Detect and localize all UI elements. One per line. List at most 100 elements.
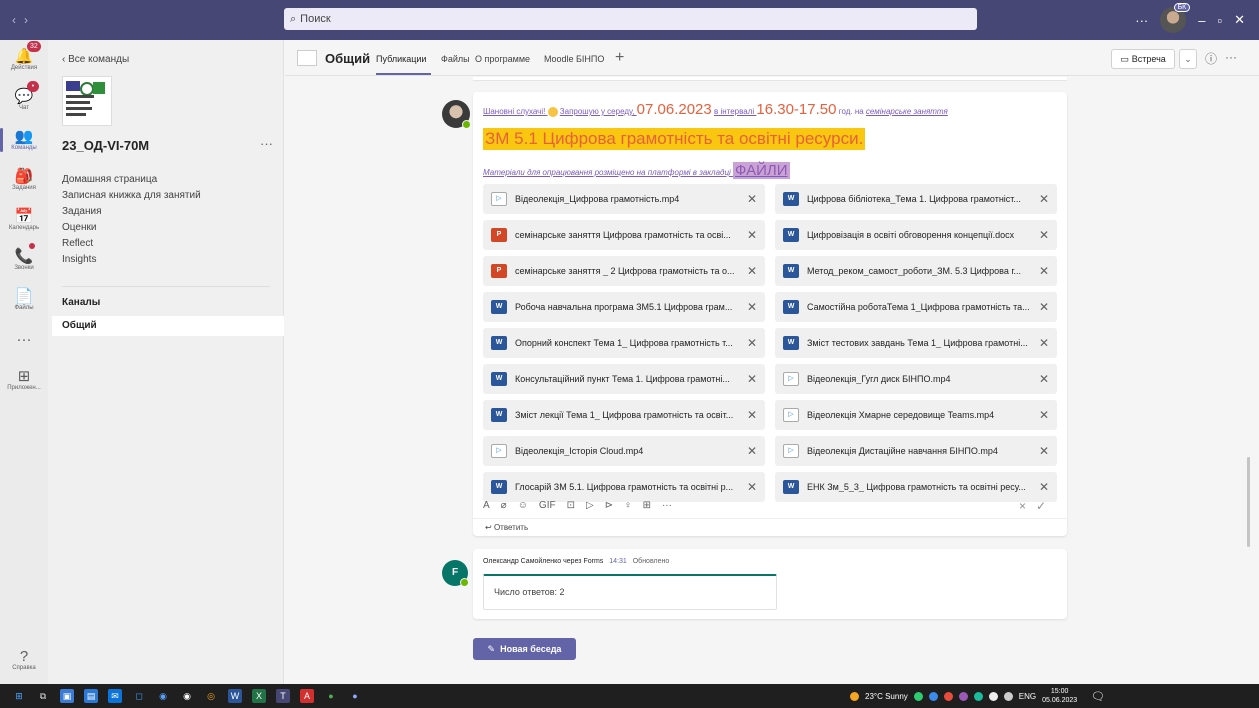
attachment-tile[interactable]: W Опорний конспект Тема 1_ Цифрова грамот…	[483, 328, 765, 358]
notifications-icon[interactable]: 🗨	[1091, 690, 1105, 703]
remove-attachment-icon[interactable]: ✕	[1039, 228, 1049, 242]
teams-app-icon[interactable]: T	[276, 689, 290, 703]
more-icon[interactable]: ···	[1225, 50, 1237, 64]
remove-attachment-icon[interactable]: ✕	[1039, 372, 1049, 386]
channel-general[interactable]: Общий	[52, 316, 284, 336]
forms-result[interactable]: Число ответов: 2	[483, 574, 777, 610]
rail-activity[interactable]: 🔔 Действия 32	[0, 40, 48, 80]
attachment-tile[interactable]: W Зміст тестових завдань Тема 1_ Цифрова …	[775, 328, 1057, 358]
link-reflect[interactable]: Reflect	[62, 236, 201, 252]
word-icon[interactable]: W	[228, 689, 242, 703]
attachment-tile[interactable]: ▷ Відеолекція_Цифрова грамотність.mp4 ✕	[483, 184, 765, 214]
tray-teal-icon[interactable]	[973, 691, 983, 701]
link-home[interactable]: Домашняя страница	[62, 172, 201, 188]
attachment-tile[interactable]: ▷ Відеолекція_Історія Cloud.mp4 ✕	[483, 436, 765, 466]
attachment-tile[interactable]: W Робоча навчальна програма ЗМ5.1 Цифрова…	[483, 292, 765, 322]
record-icon[interactable]: ◉	[180, 689, 194, 703]
feed-scrollbar[interactable]	[1247, 457, 1250, 547]
tab-files[interactable]: Файлы	[441, 54, 470, 64]
forms-avatar[interactable]: F	[442, 560, 469, 587]
remove-attachment-icon[interactable]: ✕	[1039, 264, 1049, 278]
remove-attachment-icon[interactable]: ✕	[747, 480, 757, 494]
new-conversation-button[interactable]: ✎ Новая беседа	[473, 638, 576, 660]
attachment-tile[interactable]: ▷ Відеолекція Хмарне середовище Teams.mp4…	[775, 400, 1057, 430]
more-options-icon[interactable]: ···	[1135, 13, 1148, 28]
wifi-icon[interactable]	[988, 691, 998, 701]
remove-attachment-icon[interactable]: ✕	[747, 336, 757, 350]
tab-about[interactable]: О программе	[475, 54, 530, 64]
emoji-icon[interactable]: ☺	[518, 500, 528, 511]
tray-purple-icon[interactable]	[958, 691, 968, 701]
rail-calendar[interactable]: 📅 Календарь	[0, 200, 48, 240]
attachment-tile[interactable]: Pсемінарське заняття _ 2 Цифрова грамотн…	[483, 256, 765, 286]
link-assignments[interactable]: Задания	[62, 204, 201, 220]
attachment-tile[interactable]: W Консультаційний пункт Тема 1. Цифрова г…	[483, 364, 765, 394]
minimize-icon[interactable]: –	[1198, 13, 1205, 28]
stream-icon[interactable]: ⊳	[605, 500, 613, 511]
link-grades[interactable]: Оценки	[62, 220, 201, 236]
chrome-icon[interactable]: ◎	[204, 689, 218, 703]
store-icon[interactable]: ▣	[60, 689, 74, 703]
task-view-icon[interactable]: ⧉	[36, 689, 50, 703]
sticker-icon[interactable]: ⊡	[567, 500, 575, 511]
format-icon[interactable]: A	[483, 500, 490, 511]
weather-text[interactable]: 23°C Sunny	[865, 692, 908, 701]
remove-attachment-icon[interactable]: ✕	[747, 300, 757, 314]
rail-assignments[interactable]: 🎒 Задания	[0, 160, 48, 200]
app-blue-icon[interactable]: ◉	[156, 689, 170, 703]
rail-apps[interactable]: ⊞ Приложен...	[0, 360, 48, 400]
search-input[interactable]: ⌕ Поиск	[284, 8, 977, 30]
meet-button[interactable]: ▭ Встреча	[1111, 49, 1175, 69]
attachment-tile[interactable]: W ЕНК Зм_5_3_ Цифрова грамотність та осві…	[775, 472, 1057, 502]
excel-icon[interactable]: X	[252, 689, 266, 703]
remove-attachment-icon[interactable]: ✕	[1039, 336, 1049, 350]
send-icon[interactable]: ✓	[1036, 499, 1046, 513]
rail-chat[interactable]: 💬 Чат •	[0, 80, 48, 120]
app-lavender-icon[interactable]: ●	[348, 689, 362, 703]
remove-attachment-icon[interactable]: ✕	[1039, 300, 1049, 314]
meet-now-icon[interactable]: ▷	[586, 500, 594, 511]
all-teams-link[interactable]: ‹ Все команды	[62, 54, 129, 65]
attachment-tile[interactable]: W Глосарій ЗМ 5.1. Цифрова грамотність та…	[483, 472, 765, 502]
tray-green-icon[interactable]	[913, 691, 923, 701]
team-more-icon[interactable]: ···	[260, 136, 273, 151]
forward-arrow-icon[interactable]: ›	[24, 13, 28, 27]
clock[interactable]: 15:00 05.06.2023	[1042, 687, 1077, 705]
windows-start-icon[interactable]: ⊞	[12, 689, 26, 703]
remove-attachment-icon[interactable]: ✕	[1039, 444, 1049, 458]
remove-attachment-icon[interactable]: ✕	[747, 444, 757, 458]
more-icon[interactable]: ···	[662, 500, 672, 511]
info-icon[interactable]: ⓘ	[1205, 50, 1217, 67]
add-tab-icon[interactable]: +	[615, 49, 624, 67]
meet-dropdown-button[interactable]: ⌄	[1179, 49, 1197, 69]
attachment-tile[interactable]: W Метод_реком_самост_роботи_ЗМ. 5.3 Цифро…	[775, 256, 1057, 286]
attachment-tile[interactable]: ▷ Відеолекція_Гугл диск БІНПО.mp4 ✕	[775, 364, 1057, 394]
attachment-tile[interactable]: W Самостійна роботаТема 1_Цифрова грамотн…	[775, 292, 1057, 322]
rail-calls[interactable]: 📞 Звонки	[0, 240, 48, 280]
close-icon[interactable]: ✕	[1234, 12, 1245, 28]
tray-red-icon[interactable]	[943, 691, 953, 701]
gif-icon[interactable]: GIF	[539, 500, 556, 511]
attachment-tile[interactable]: W Цифровізація в освіті обговорення конце…	[775, 220, 1057, 250]
link-notebook[interactable]: Записная книжка для занятий	[62, 188, 201, 204]
remove-attachment-icon[interactable]: ✕	[747, 372, 757, 386]
profile-avatar[interactable]: БК	[1160, 3, 1191, 33]
reply-button[interactable]: ↩ Ответить	[473, 518, 1067, 536]
calendar-app-icon[interactable]: ▤	[84, 689, 98, 703]
attachment-tile[interactable]: W Цифрова бібліотека_Тема 1. Цифрова грам…	[775, 184, 1057, 214]
tab-posts[interactable]: Публикации	[376, 54, 426, 64]
mail-icon[interactable]: ✉	[108, 689, 122, 703]
back-arrow-icon[interactable]: ‹	[12, 13, 16, 27]
discard-icon[interactable]: ×	[1019, 499, 1026, 513]
tray-blue-icon[interactable]	[928, 691, 938, 701]
maximize-icon[interactable]: ▫	[1217, 13, 1222, 28]
rail-help[interactable]: ? Справка	[0, 640, 48, 680]
language-indicator[interactable]: ENG	[1019, 692, 1036, 701]
link-insights[interactable]: Insights	[62, 252, 201, 268]
attachment-tile[interactable]: ▷ Відеолекція Дистаційне навчання БІНПО.m…	[775, 436, 1057, 466]
rail-teams[interactable]: 👥 Команды	[0, 120, 48, 160]
author-avatar[interactable]	[442, 100, 471, 129]
acrobat-icon[interactable]: A	[300, 689, 314, 703]
app-green-icon[interactable]: ●	[324, 689, 338, 703]
tab-moodle[interactable]: Moodle БІНПО	[544, 54, 604, 64]
